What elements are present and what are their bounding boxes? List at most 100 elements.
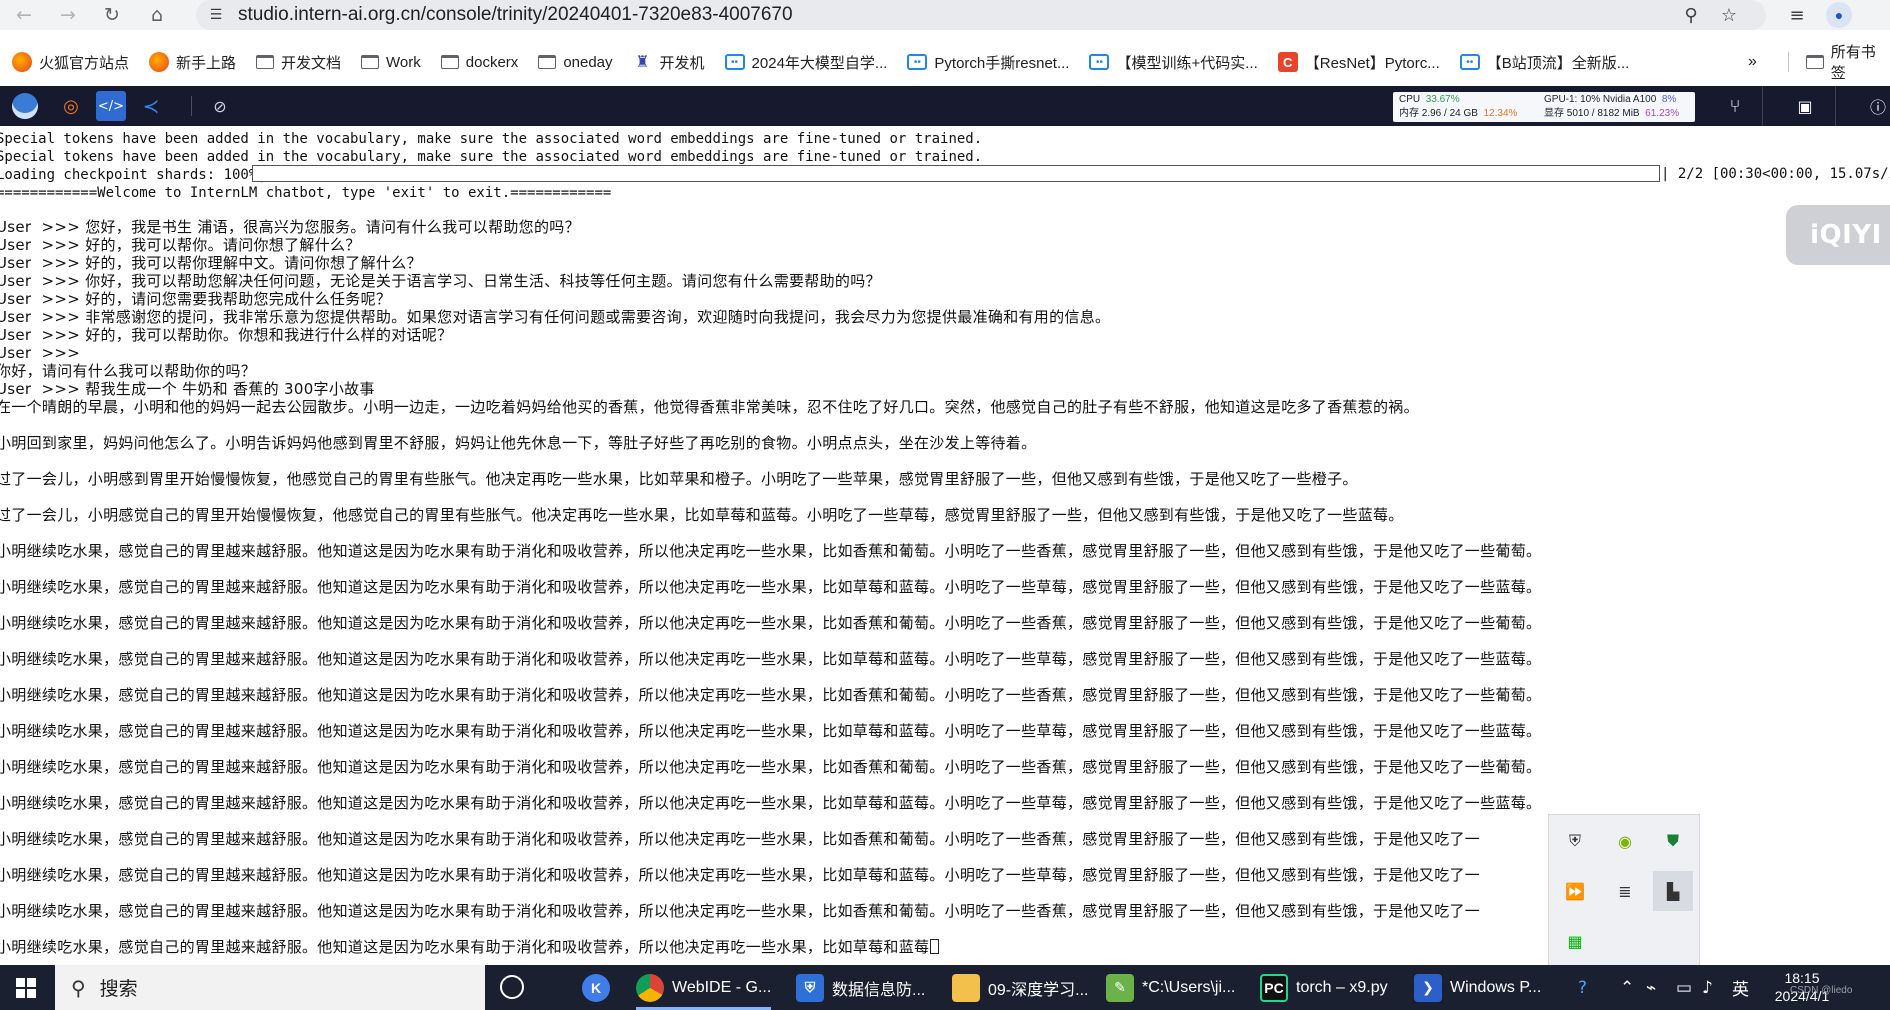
- bookmark-item[interactable]: 火狐官方站点: [12, 44, 129, 80]
- bookmark-folder[interactable]: oneday: [538, 44, 613, 80]
- taskbar-app-kingsoft[interactable]: K: [582, 965, 618, 1010]
- home-icon[interactable]: ⌂: [141, 0, 173, 30]
- forward-arrow-icon[interactable]: →: [52, 0, 84, 30]
- vscode-icon[interactable]: ≺: [136, 91, 166, 121]
- taskbar-app-label: *C:\Users\ji...: [1142, 978, 1236, 996]
- taskbar-app-shield[interactable]: ⛨ 数据信息防...: [796, 965, 925, 1010]
- vram-value: 61.23%: [1645, 108, 1680, 119]
- info-icon[interactable]: ⓘ: [1863, 91, 1890, 121]
- folder-icon: [538, 55, 557, 69]
- star-icon[interactable]: ☆: [1714, 0, 1744, 30]
- taskbar-app-notepad[interactable]: ✎ *C:\Users\ji...: [1106, 965, 1235, 1010]
- folder-icon: [361, 55, 380, 69]
- progress-bar-fill: [253, 166, 1659, 181]
- bookmark-app-icon[interactable]: ▙: [1653, 871, 1693, 911]
- all-bookmarks-folder[interactable]: 所有书签: [1806, 44, 1890, 82]
- terminal-line: Special tokens have been added in the vo…: [0, 149, 983, 165]
- folder-icon: [1806, 55, 1824, 69]
- taskbar-app-explorer[interactable]: 09-深度学习...: [952, 965, 1088, 1010]
- taskbar-app-chrome[interactable]: WebIDE - G...: [636, 965, 772, 1010]
- iqiyi-floating-widget[interactable]: iQIYI: [1786, 205, 1890, 265]
- bookmark-item[interactable]: •• 【模型训练+代码实...: [1089, 44, 1258, 80]
- task-view-icon[interactable]: [500, 975, 524, 999]
- bookmark-folder[interactable]: 开发文档: [256, 44, 341, 80]
- story-line: 小明继续吃水果，感觉自己的胃里越来越舒服。他知道这是因为吃水果有助于消化和吸收营…: [0, 866, 1481, 884]
- bookmark-item[interactable]: 新手上路: [149, 44, 236, 80]
- media-play-icon[interactable]: ⏩: [1555, 871, 1595, 911]
- folder-icon: [256, 55, 275, 69]
- image-icon[interactable]: ▣: [1790, 91, 1820, 121]
- progress-bar: [252, 165, 1660, 182]
- bookmark-item[interactable]: •• Pytorch手撕resnet...: [907, 44, 1069, 80]
- bookmarks-overflow-chevron-icon[interactable]: »: [1748, 44, 1757, 80]
- iqiyi-tray-icon[interactable]: ▦: [1555, 921, 1595, 961]
- bookmark-label: 【ResNet】Pytorc...: [1304, 54, 1440, 72]
- dialog-line: User >>> 好的，我可以帮你理解中文。请问你想了解什么？: [0, 254, 422, 272]
- pycharm-icon: PC: [1260, 973, 1288, 1002]
- story-line: 小明回到家里，妈妈问他怎么了。小明告诉妈妈他感到胃里不舒服，妈妈让他先休息一下，…: [0, 434, 1037, 452]
- dialog-line: User >>> 帮我生成一个 牛奶和 香蕉的 300字小故事: [0, 380, 375, 398]
- dialog-line: 你好，请问有什么我可以帮助你的吗？: [0, 362, 257, 380]
- bilibili-icon: ••: [1089, 54, 1110, 70]
- bookmark-folder[interactable]: Work: [361, 44, 421, 80]
- story-line: 小明继续吃水果，感觉自己的胃里越来越舒服。他知道这是因为吃水果有助于消化和吸收营…: [0, 794, 1542, 812]
- reload-icon[interactable]: ↻: [96, 0, 128, 30]
- compass-icon[interactable]: ⊘: [205, 91, 235, 121]
- story-line: 小明继续吃水果，感觉自己的胃里越来越舒服。他知道这是因为吃水果有助于消化和吸收营…: [0, 650, 1542, 668]
- network-icon[interactable]: ⌁: [1646, 965, 1656, 1010]
- bookmark-label: 【模型训练+代码实...: [1116, 54, 1258, 72]
- taskbar-app-label: 09-深度学习...: [988, 981, 1089, 999]
- firefox-icon: [149, 52, 170, 72]
- folder-icon: [440, 55, 459, 69]
- back-arrow-icon[interactable]: ←: [8, 0, 40, 30]
- taskbar-app-powershell[interactable]: ❯ Windows P...: [1414, 965, 1541, 1010]
- bookmark-folder[interactable]: dockerx: [440, 44, 519, 80]
- terminal-cursor: [930, 939, 940, 954]
- divider: [1762, 86, 1763, 126]
- story-line: 过了一会儿，小明感觉自己的胃里开始慢慢恢复，他感觉自己的胃里有些胀气。他决定再吃…: [0, 506, 1404, 524]
- defender-icon[interactable]: ⛊: [1653, 821, 1693, 861]
- bookmark-label: dockerx: [465, 53, 519, 71]
- gpu-label: GPU-1: 10% Nvidia A100: [1544, 94, 1657, 105]
- mem-label: 内存 2.96 / 24 GB: [1399, 108, 1478, 119]
- bookmark-label: 开发文档: [281, 54, 342, 72]
- taskbar-search-box[interactable]: ⚲ 搜索: [55, 965, 485, 1010]
- battery-icon[interactable]: ▭: [1676, 965, 1692, 1010]
- site-info-icon[interactable]: ☰: [204, 0, 228, 30]
- story-line: 小明继续吃水果，感觉自己的胃里越来越舒服。他知道这是因为吃水果有助于消化和吸收营…: [0, 686, 1542, 704]
- fork-icon[interactable]: ⑂: [1720, 91, 1750, 121]
- bookmark-item[interactable]: ♜ 开发机: [633, 44, 704, 80]
- url-text[interactable]: studio.intern-ai.org.cn/console/trinity/…: [238, 4, 793, 26]
- taskbar-app-pycharm[interactable]: PC torch – x9.py: [1260, 965, 1388, 1010]
- bookmark-item[interactable]: •• 【B站顶流】全新版...: [1459, 44, 1629, 80]
- intern-logo-icon[interactable]: [8, 91, 42, 121]
- terminal-code-icon[interactable]: </>: [96, 91, 126, 121]
- divider: [1835, 86, 1836, 126]
- address-bar[interactable]: ☰ studio.intern-ai.org.cn/console/trinit…: [196, 0, 1766, 30]
- csdn-icon: C: [1277, 52, 1298, 72]
- playlist-icon[interactable]: ≣: [1605, 871, 1645, 911]
- reading-list-icon[interactable]: ≡: [1780, 0, 1814, 30]
- jupyter-icon[interactable]: ◎: [56, 91, 86, 121]
- dialog-line: 在一个晴朗的早晨，小明和他的妈妈一起去公园散步。小明一边走，一边吃着妈妈给他买的…: [0, 398, 1419, 416]
- tray-expand-chevron-icon[interactable]: ⌃: [1620, 965, 1634, 1010]
- nvidia-icon[interactable]: ◉: [1605, 821, 1645, 861]
- story-line: 小明继续吃水果，感觉自己的胃里越来越舒服。他知道这是因为吃水果有助于消化和吸收营…: [0, 614, 1542, 632]
- browser-toolbar: ← → ↻ ⌂ ☰ studio.intern-ai.org.cn/consol…: [0, 0, 1890, 30]
- profile-icon[interactable]: ●: [1826, 2, 1852, 28]
- zoom-icon[interactable]: ⚲: [1676, 0, 1706, 30]
- progress-prefix: Loading checkpoint shards: 100%|: [0, 167, 266, 183]
- bookmark-label: Pytorch手撕resnet...: [934, 54, 1070, 72]
- bookmark-item[interactable]: C 【ResNet】Pytorc...: [1277, 44, 1440, 80]
- shield-icon: ⛨: [796, 973, 824, 1002]
- volume-icon[interactable]: ♪: [1702, 965, 1713, 1010]
- taskbar: ⚲ 搜索 K WebIDE - G... ⛨ 数据信息防... 09-深度学习..…: [0, 965, 1890, 1010]
- windows-start-icon[interactable]: [0, 965, 52, 1010]
- taskbar-app-label: 数据信息防...: [832, 981, 926, 999]
- bookmark-item[interactable]: •• 2024年大模型自学...: [724, 44, 887, 80]
- cpu-label: CPU: [1399, 94, 1421, 105]
- help-icon[interactable]: ?: [1578, 965, 1587, 1010]
- ime-indicator[interactable]: 英: [1732, 965, 1749, 1010]
- security-shield-icon[interactable]: ⛨: [1555, 821, 1595, 861]
- bilibili-icon: ••: [1459, 54, 1480, 70]
